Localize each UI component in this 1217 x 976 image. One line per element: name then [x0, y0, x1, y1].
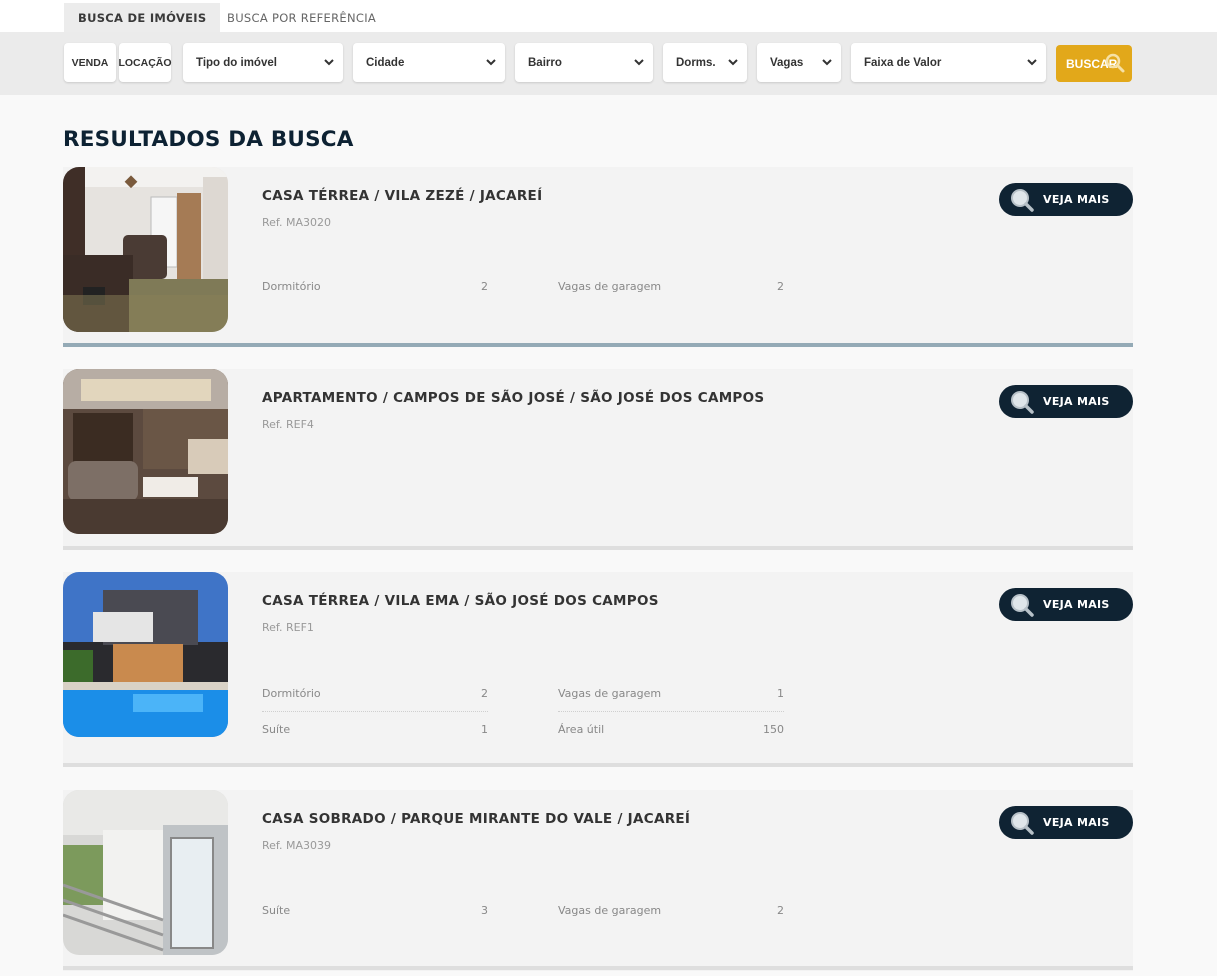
feature-value: 2 — [777, 280, 784, 293]
veja-mais-label: VEJA MAIS — [1043, 598, 1110, 611]
property-card: APARTAMENTO / CAMPOS DE SÃO JOSÉ / SÃO J… — [63, 369, 1133, 550]
venda-toggle[interactable]: VENDA — [64, 43, 116, 82]
property-title[interactable]: CASA TÉRREA / VILA EMA / SÃO JOSÉ DOS CA… — [262, 593, 659, 609]
property-photo[interactable] — [63, 572, 228, 737]
page-title: RESULTADOS DA BUSCA — [63, 127, 354, 152]
card-divider — [63, 343, 1133, 347]
veja-mais-button[interactable]: VEJA MAIS — [999, 385, 1133, 418]
feature-label: Vagas de garagem — [558, 904, 662, 917]
property-ref: Ref. REF1 — [262, 621, 314, 634]
dorms-label: Dorms. — [676, 56, 716, 69]
locacao-toggle[interactable]: LOCAÇÃO — [118, 43, 172, 82]
feature-label: Suíte — [262, 723, 291, 736]
search-icon — [1011, 812, 1034, 835]
card-divider — [63, 763, 1133, 767]
feature-label: Dormitório — [262, 280, 321, 293]
feature-value: 2 — [481, 280, 488, 293]
tipo-imovel-label: Tipo do imóvel — [196, 56, 277, 69]
tab-busca-imoveis[interactable]: BUSCA DE IMÓVEIS — [64, 3, 221, 32]
property-title[interactable]: CASA TÉRREA / VILA ZEZÉ / JACAREÍ — [262, 188, 542, 204]
buscar-button[interactable]: BUSCAR — [1056, 45, 1132, 82]
chevron-down-icon — [634, 59, 644, 66]
search-icon — [1105, 53, 1125, 73]
property-ref: Ref. REF4 — [262, 418, 314, 431]
feature-divider — [558, 711, 784, 712]
property-photo[interactable] — [63, 167, 228, 332]
vagas-label: Vagas — [770, 56, 804, 69]
bairro-label: Bairro — [528, 56, 562, 69]
feature-label: Dormitório — [262, 687, 321, 700]
chevron-down-icon — [324, 59, 334, 66]
card-divider — [63, 546, 1133, 550]
property-ref: Ref. MA3039 — [262, 839, 331, 852]
property-card: CASA TÉRREA / VILA EMA / SÃO JOSÉ DOS CA… — [63, 572, 1133, 767]
tab-busca-referencia[interactable]: BUSCA POR REFERÊNCIA — [213, 3, 390, 32]
feature-value: 2 — [777, 904, 784, 917]
faixa-valor-select[interactable]: Faixa de Valor — [851, 43, 1046, 82]
faixa-valor-label: Faixa de Valor — [864, 56, 942, 69]
feature-label: Vagas de garagem — [558, 280, 662, 293]
feature-value: 1 — [777, 687, 784, 700]
property-photo[interactable] — [63, 790, 228, 955]
property-photo[interactable] — [63, 369, 228, 534]
veja-mais-label: VEJA MAIS — [1043, 193, 1110, 206]
vagas-select[interactable]: Vagas — [757, 43, 841, 82]
chevron-down-icon — [822, 59, 832, 66]
chevron-down-icon — [1027, 59, 1037, 66]
cidade-select[interactable]: Cidade — [353, 43, 505, 82]
veja-mais-button[interactable]: VEJA MAIS — [999, 806, 1133, 839]
feature-value: 1 — [481, 723, 488, 736]
feature-divider — [262, 711, 488, 712]
filter-bar: VENDA LOCAÇÃO Tipo do imóvel Cidade Bair… — [0, 32, 1217, 95]
feature-value: 150 — [763, 723, 784, 736]
tipo-imovel-select[interactable]: Tipo do imóvel — [183, 43, 343, 82]
card-divider — [63, 966, 1133, 970]
veja-mais-button[interactable]: VEJA MAIS — [999, 588, 1133, 621]
chevron-down-icon — [486, 59, 496, 66]
feature-value: 3 — [481, 904, 488, 917]
search-tabs: BUSCA DE IMÓVEIS BUSCA POR REFERÊNCIA — [0, 0, 1217, 32]
dorms-select[interactable]: Dorms. — [663, 43, 747, 82]
feature-label: Área útil — [558, 723, 605, 736]
property-card: CASA TÉRREA / VILA ZEZÉ / JACAREÍ Ref. M… — [63, 167, 1133, 347]
search-icon — [1011, 391, 1034, 414]
property-ref: Ref. MA3020 — [262, 216, 331, 229]
property-card: CASA SOBRADO / PARQUE MIRANTE DO VALE / … — [63, 790, 1133, 971]
cidade-label: Cidade — [366, 56, 405, 69]
veja-mais-label: VEJA MAIS — [1043, 816, 1110, 829]
search-icon — [1011, 594, 1034, 617]
bairro-select[interactable]: Bairro — [515, 43, 653, 82]
veja-mais-label: VEJA MAIS — [1043, 395, 1110, 408]
search-icon — [1011, 189, 1034, 212]
property-title[interactable]: APARTAMENTO / CAMPOS DE SÃO JOSÉ / SÃO J… — [262, 390, 764, 406]
feature-value: 2 — [481, 687, 488, 700]
chevron-down-icon — [728, 59, 738, 66]
feature-label: Vagas de garagem — [558, 687, 662, 700]
feature-label: Suíte — [262, 904, 291, 917]
veja-mais-button[interactable]: VEJA MAIS — [999, 183, 1133, 216]
property-title[interactable]: CASA SOBRADO / PARQUE MIRANTE DO VALE / … — [262, 811, 690, 827]
